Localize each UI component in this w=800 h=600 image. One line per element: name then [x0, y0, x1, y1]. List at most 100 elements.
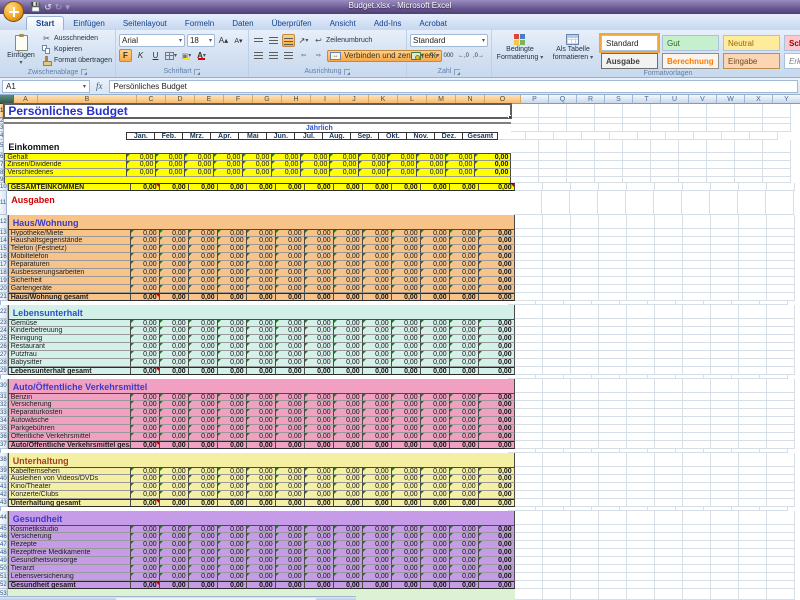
value-cell[interactable]: 0,00 [160, 253, 189, 261]
value-cell[interactable]: 0,00 [305, 499, 334, 507]
value-cell[interactable]: 0,00 [131, 573, 160, 581]
cell[interactable] [515, 319, 543, 327]
cell[interactable] [739, 491, 767, 499]
cell[interactable] [767, 441, 795, 449]
value-cell[interactable]: 0,00 [392, 393, 421, 401]
cell[interactable] [571, 261, 599, 269]
value-cell[interactable]: 0,00 [334, 343, 363, 351]
value-cell[interactable]: 0,00 [392, 269, 421, 277]
value-cell[interactable]: 0,00 [363, 359, 392, 367]
thousands-separator-button[interactable]: 000 [442, 49, 455, 62]
value-cell[interactable]: 0,00 [450, 549, 479, 557]
value-cell[interactable]: 0,00 [421, 393, 450, 401]
row-label-cell[interactable]: Mobiltelefon [8, 253, 131, 261]
total-cell[interactable]: 0,00 [479, 183, 515, 191]
section-heading-cell[interactable]: Einkommen [4, 140, 511, 153]
cell[interactable] [735, 140, 763, 153]
cell[interactable] [571, 393, 599, 401]
value-cell[interactable]: 0,00 [127, 161, 156, 169]
value-cell[interactable]: 0,00 [189, 285, 218, 293]
cell[interactable] [711, 409, 739, 417]
cell[interactable] [679, 161, 707, 169]
value-cell[interactable]: 0,00 [131, 393, 160, 401]
cell[interactable] [683, 467, 711, 475]
cell[interactable] [515, 253, 543, 261]
row-label-cell[interactable]: Tierarzt [8, 565, 131, 573]
value-cell[interactable]: 0,00 [363, 499, 392, 507]
value-cell[interactable]: 0,00 [247, 441, 276, 449]
cell[interactable] [543, 483, 571, 491]
cell[interactable] [707, 140, 735, 153]
cell[interactable] [511, 124, 539, 132]
value-cell[interactable]: 0,00 [392, 359, 421, 367]
value-cell[interactable]: 0,00 [363, 343, 392, 351]
cell[interactable] [767, 541, 795, 549]
value-cell[interactable]: 0,00 [131, 277, 160, 285]
value-cell[interactable]: 0,00 [189, 491, 218, 499]
cell[interactable] [515, 237, 543, 245]
cell[interactable] [571, 245, 599, 253]
row-label-cell[interactable]: Kosmetikstudio [8, 525, 131, 533]
value-cell[interactable]: 0,00 [305, 565, 334, 573]
cell[interactable] [739, 565, 767, 573]
cell[interactable] [711, 285, 739, 293]
value-cell[interactable]: 0,00 [247, 573, 276, 581]
total-cell[interactable]: 0,00 [479, 441, 515, 449]
month-header-cell[interactable]: Gesamt [462, 132, 498, 140]
cell[interactable] [515, 541, 543, 549]
total-cell[interactable]: 0,00 [479, 253, 515, 261]
cell[interactable] [655, 467, 683, 475]
cell[interactable] [683, 359, 711, 367]
value-cell[interactable]: 0,00 [276, 533, 305, 541]
value-cell[interactable]: 0,00 [160, 327, 189, 335]
cell[interactable] [683, 245, 711, 253]
cell[interactable] [599, 237, 627, 245]
row-header[interactable]: 22 [0, 305, 8, 319]
cell[interactable] [571, 589, 599, 600]
cell[interactable] [571, 305, 599, 319]
value-cell[interactable]: 0,00 [276, 475, 305, 483]
cell[interactable] [599, 215, 627, 229]
cell[interactable] [711, 511, 739, 525]
value-cell[interactable]: 0,00 [247, 393, 276, 401]
value-cell[interactable]: 0,00 [392, 335, 421, 343]
value-cell[interactable]: 0,00 [160, 581, 189, 589]
cell[interactable] [627, 557, 655, 565]
value-cell[interactable]: 0,00 [185, 153, 214, 161]
cell[interactable] [739, 441, 767, 449]
value-cell[interactable]: 0,00 [421, 261, 450, 269]
value-cell[interactable]: 0,00 [247, 359, 276, 367]
total-cell[interactable]: 0,00 [479, 319, 515, 327]
cell[interactable] [683, 401, 711, 409]
total-cell[interactable]: 0,00 [479, 261, 515, 269]
value-cell[interactable]: 0,00 [189, 425, 218, 433]
value-cell[interactable]: 0,00 [189, 467, 218, 475]
value-cell[interactable]: 0,00 [450, 475, 479, 483]
cell[interactable] [683, 327, 711, 335]
value-cell[interactable]: 0,00 [421, 541, 450, 549]
italic-button[interactable]: K [134, 49, 147, 62]
value-cell[interactable]: 0,00 [421, 401, 450, 409]
row-header[interactable]: 51 [0, 573, 8, 581]
total-cell[interactable]: 0,00 [479, 557, 515, 565]
cell[interactable] [599, 183, 627, 191]
page-title-cell[interactable]: Persönliches Budget [4, 104, 511, 118]
value-cell[interactable]: 0,00 [272, 161, 301, 169]
value-cell[interactable]: 0,00 [305, 483, 334, 491]
section-heading-cell[interactable]: Ausgaben [7, 191, 514, 215]
cell[interactable] [711, 253, 739, 261]
value-cell[interactable]: 0,00 [421, 367, 450, 375]
cell[interactable] [655, 393, 683, 401]
value-cell[interactable]: 0,00 [160, 285, 189, 293]
value-cell[interactable]: 0,00 [392, 483, 421, 491]
value-cell[interactable]: 0,00 [301, 161, 330, 169]
cell[interactable] [655, 425, 683, 433]
style-berechnung[interactable]: Berechnung [662, 53, 719, 69]
value-cell[interactable]: 0,00 [392, 401, 421, 409]
merge-center-button[interactable]: ↔Verbinden und zentrieren▾ [327, 50, 442, 62]
cell[interactable] [739, 541, 767, 549]
cell[interactable] [679, 140, 707, 153]
value-cell[interactable]: 0,00 [131, 565, 160, 573]
column-header[interactable]: X [745, 95, 773, 104]
select-all-corner[interactable] [0, 95, 14, 104]
